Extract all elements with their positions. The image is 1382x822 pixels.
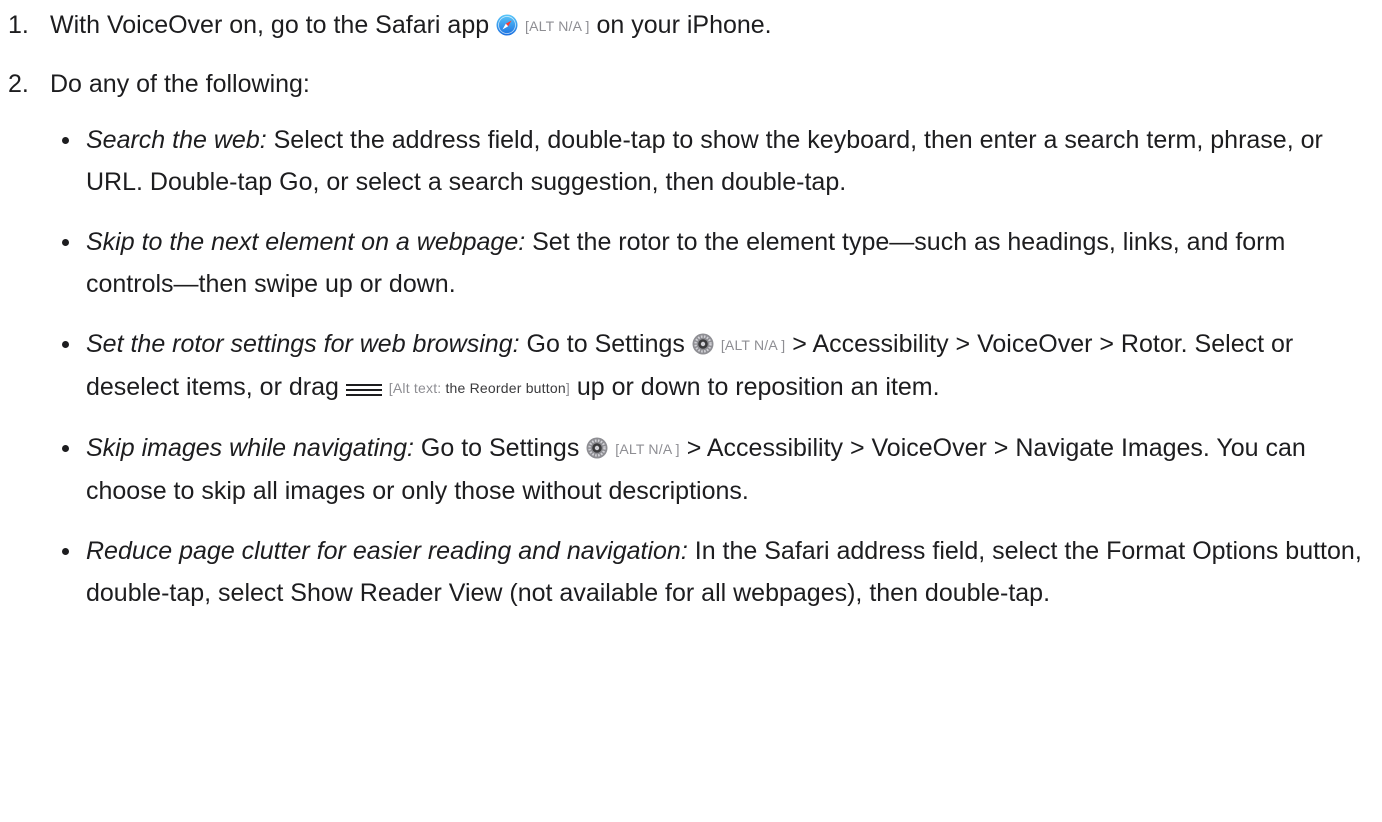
bullet-term: Reduce page clutter for easier reading a… [86,537,688,565]
step-text: Do any of the following: [50,70,310,98]
bullet-dot [62,548,69,555]
alt-text-note: [ALT N/A ] [615,441,680,457]
bullet-dot [62,239,69,246]
bullet-dot [62,445,69,452]
alt-text-note: [ALT N/A ] [525,18,590,34]
alt-text-note: [Alt text: the Reorder button] [389,380,570,396]
settings-gear-icon [692,333,714,355]
bullet-term: Search the web: [86,126,267,154]
steps-list: 1. With VoiceOver on, go to the Safari a… [8,4,1362,614]
step-text-end: on your iPhone. [589,11,772,39]
bullet-text: Select the address field, double-tap to … [86,126,1323,196]
bullet-text: Go to Settings [519,330,692,358]
settings-gear-icon [586,437,608,459]
bullet-term: Skip images while navigating: [86,434,414,462]
bullet-text: Go to Settings [413,434,587,462]
bullet-reduce-clutter: Reduce page clutter for easier reading a… [50,530,1362,614]
bullet-term: Set the rotor settings for web browsing: [86,330,520,358]
bullet-dot [62,137,69,144]
alt-prefix: [Alt text: [388,380,446,396]
alt-text-note: [ALT N/A ] [720,337,786,353]
bullet-search-web: Search the web: Select the address field… [50,119,1362,203]
step-number: 2. [8,70,29,98]
instructions-document: 1. With VoiceOver on, go to the Safari a… [0,0,1382,614]
step-number: 1. [8,11,29,39]
bullet-skip-images: Skip images while navigating: Go to Sett… [50,427,1362,512]
bullet-term: Skip to the next element on a webpage: [86,228,526,256]
step-1: 1. With VoiceOver on, go to the Safari a… [8,4,1362,47]
bullet-dot [62,341,69,348]
options-list: Search the web: Select the address field… [50,119,1362,614]
step-2: 2. Do any of the following: Search the w… [8,63,1362,614]
reorder-icon [345,382,382,398]
step-text: With VoiceOver on, go to the Safari app [50,11,497,39]
alt-description: the Reorder button [445,380,566,396]
bullet-rotor-settings: Set the rotor settings for web browsing:… [50,323,1362,409]
bullet-skip-element: Skip to the next element on a webpage: S… [50,221,1362,305]
safari-icon [496,14,518,36]
bullet-text: up or down to reposition an item. [569,373,940,401]
